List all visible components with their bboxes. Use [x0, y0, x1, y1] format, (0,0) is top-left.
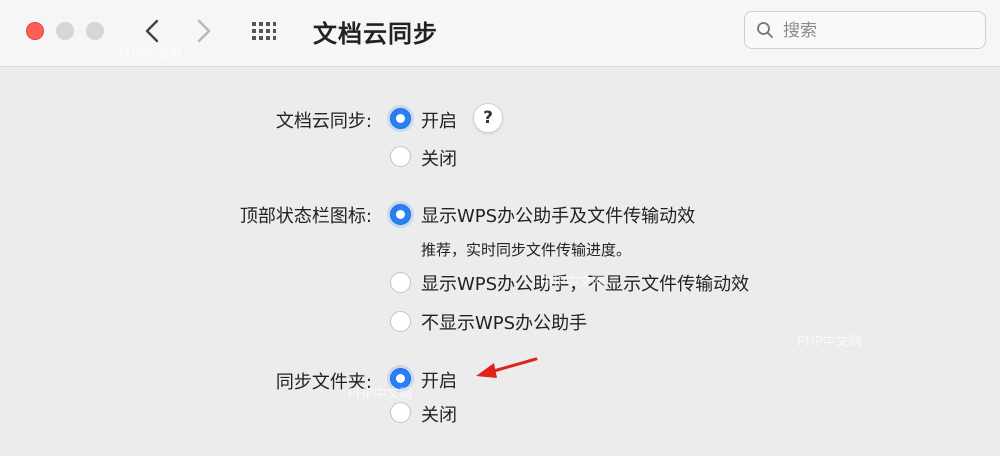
- sync-folder-on-radio[interactable]: [390, 368, 411, 389]
- hide-helper-radio[interactable]: [390, 311, 411, 332]
- status-bar-icon-description: 推荐，实时同步文件传输进度。: [421, 241, 632, 259]
- minimize-window-button[interactable]: [56, 22, 74, 40]
- show-helper-no-animation-label[interactable]: 显示WPS办公助手，不显示文件传输动效: [421, 270, 749, 296]
- sync-folder-off-label[interactable]: 关闭: [421, 401, 457, 427]
- annotation-arrow-icon: [476, 357, 538, 378]
- help-button[interactable]: ?: [473, 103, 503, 133]
- sync-folder-label: 同步文件夹:: [275, 372, 372, 393]
- hide-helper-label[interactable]: 不显示WPS办公助手: [421, 309, 587, 335]
- sync-folder-off-radio[interactable]: [390, 402, 411, 423]
- search-icon: [757, 22, 773, 38]
- cloud-sync-label: 文档云同步:: [275, 111, 372, 132]
- show-helper-no-animation-radio[interactable]: [390, 272, 411, 293]
- cloud-sync-off-radio[interactable]: [390, 146, 411, 167]
- sync-folder-on-label[interactable]: 开启: [421, 367, 457, 393]
- watermark: PHP中文网: [797, 335, 862, 350]
- show-all-grid-icon[interactable]: [252, 22, 276, 40]
- zoom-window-button[interactable]: [86, 22, 104, 40]
- show-helper-with-animation-radio[interactable]: [390, 204, 411, 225]
- forward-chevron-icon[interactable]: [188, 16, 218, 46]
- back-chevron-icon[interactable]: [138, 16, 168, 46]
- search-input[interactable]: [781, 16, 981, 46]
- cloud-sync-on-radio[interactable]: [390, 108, 411, 129]
- search-field[interactable]: [744, 11, 986, 49]
- close-window-button[interactable]: [26, 22, 44, 40]
- show-helper-with-animation-label[interactable]: 显示WPS办公助手及文件传输动效: [421, 202, 695, 228]
- status-bar-icon-label: 顶部状态栏图标:: [239, 206, 372, 227]
- cloud-sync-on-label[interactable]: 开启: [421, 107, 457, 133]
- window-title: 文档云同步: [313, 20, 438, 48]
- cloud-sync-off-label[interactable]: 关闭: [421, 145, 457, 171]
- window-toolbar: 文档云同步: [0, 0, 1000, 67]
